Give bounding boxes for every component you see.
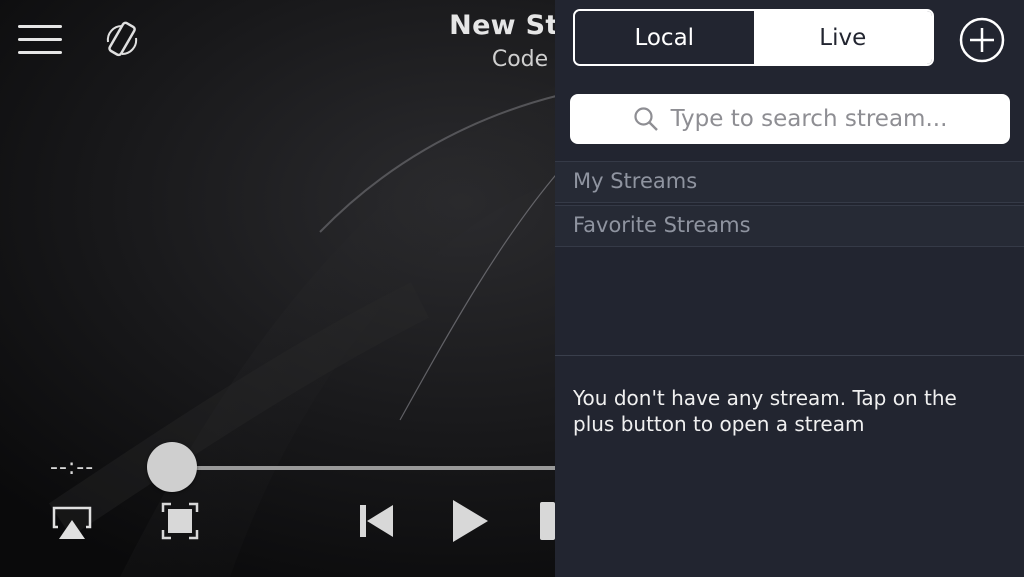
empty-state-message: You don't have any stream. Tap on the pl…: [573, 386, 957, 436]
divider: [555, 355, 1024, 356]
section-favorite-streams[interactable]: Favorite Streams: [555, 205, 1024, 247]
search-icon: [633, 107, 658, 131]
stop-icon[interactable]: [540, 502, 555, 544]
search-placeholder: Type to search stream...: [670, 106, 948, 132]
section-label: My Streams: [573, 169, 698, 193]
streams-panel: Local Live Type to search stream... My S…: [555, 0, 1024, 577]
progress-slider-knob[interactable]: [147, 442, 197, 492]
airplay-icon[interactable]: [50, 505, 94, 545]
elapsed-time: --:--: [50, 455, 95, 480]
source-segmented-control: Local Live: [573, 9, 934, 66]
hamburger-menu-icon[interactable]: [18, 25, 62, 57]
fullscreen-icon[interactable]: [160, 501, 200, 545]
skip-previous-icon[interactable]: [357, 501, 397, 545]
progress-track[interactable]: [170, 466, 570, 470]
tab-local[interactable]: Local: [575, 11, 754, 64]
tab-live[interactable]: Live: [753, 11, 932, 64]
plus-circle-icon[interactable]: [959, 17, 1005, 63]
rotate-device-icon[interactable]: [100, 18, 144, 62]
play-icon[interactable]: [450, 498, 490, 548]
search-input[interactable]: Type to search stream...: [570, 94, 1010, 144]
section-my-streams[interactable]: My Streams: [555, 161, 1024, 203]
section-label: Favorite Streams: [573, 213, 751, 237]
